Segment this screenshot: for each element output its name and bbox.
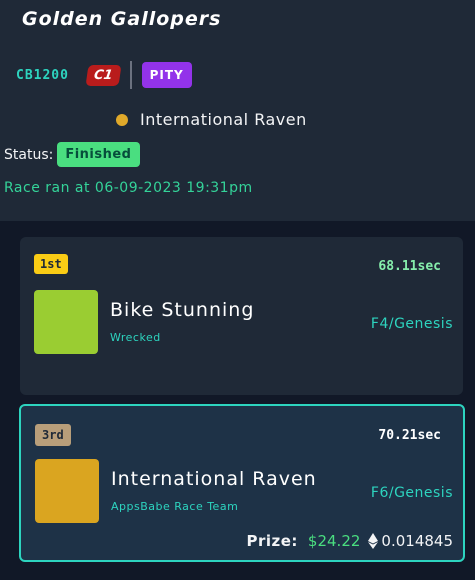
horse-rank: F4/Genesis (370, 316, 453, 332)
results-list: 1st 68.11sec Bike Stunning Wrecked F4/Ge… (0, 221, 475, 580)
horse-name: International Raven (140, 110, 307, 129)
result-card[interactable]: 1st 68.11sec Bike Stunning Wrecked F4/Ge… (20, 237, 463, 395)
result-card-highlighted[interactable]: 3rd 70.21sec International Raven AppsBab… (19, 404, 465, 562)
prize-eth: 0.014845 (381, 532, 453, 550)
stable-name[interactable]: Wrecked (110, 331, 161, 344)
class-code: CB1200 (16, 67, 69, 83)
result-horse-name[interactable]: Bike Stunning (110, 299, 254, 321)
tag-divider (129, 61, 132, 89)
race-status: Status: Finished (4, 142, 140, 167)
race-title: Golden Gallopers (22, 8, 222, 30)
result-horse-name[interactable]: International Raven (111, 468, 317, 490)
status-label: Status: (4, 146, 54, 163)
position-badge: 3rd (35, 424, 71, 446)
stable-name[interactable]: AppsBabe Race Team (111, 500, 238, 513)
prize-row: Prize: $24.22 0.014845 (246, 532, 453, 550)
race-type-badge: PITY (141, 62, 192, 88)
prize-usd: $24.22 (307, 532, 361, 550)
selected-horse: International Raven (116, 110, 307, 129)
horse-color-swatch (34, 290, 98, 354)
ethereum-icon (368, 533, 379, 549)
class-badge: C1 (85, 64, 122, 86)
race-ran-at: Race ran at 06-09-2023 19:31pm (4, 180, 253, 196)
horse-rank: F6/Genesis (370, 485, 453, 501)
position-badge: 1st (34, 254, 68, 274)
horse-color-dot (116, 113, 128, 126)
horse-color-swatch (35, 459, 99, 523)
prize-label: Prize: (246, 532, 298, 550)
status-badge: Finished (57, 142, 140, 167)
race-tags: CB1200 C1 PITY (16, 60, 192, 90)
finish-time: 70.21sec (378, 428, 441, 443)
finish-time: 68.11sec (378, 259, 441, 274)
